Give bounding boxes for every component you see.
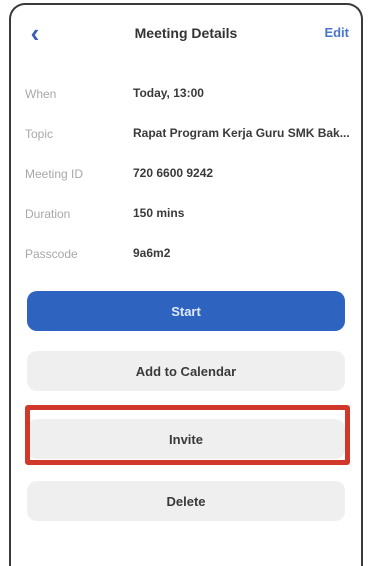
detail-row-passcode: Passcode 9a6m2 — [11, 235, 361, 275]
page-title: Meeting Details — [134, 25, 238, 41]
detail-value: Rapat Program Kerja Guru SMK Bak... — [133, 126, 350, 140]
phone-frame: ‹ Meeting Details Edit When Today, 13:00… — [9, 3, 363, 566]
detail-row-duration: Duration 150 mins — [11, 195, 361, 235]
detail-row-topic: Topic Rapat Program Kerja Guru SMK Bak..… — [11, 115, 361, 155]
detail-label: When — [25, 87, 57, 101]
detail-value: Today, 13:00 — [133, 86, 204, 100]
detail-label: Duration — [25, 207, 71, 221]
add-to-calendar-button[interactable]: Add to Calendar — [27, 351, 345, 391]
detail-row-meeting-id: Meeting ID 720 6600 9242 — [11, 155, 361, 195]
detail-label: Topic — [25, 127, 54, 141]
delete-button[interactable]: Delete — [27, 481, 345, 521]
meeting-details-list: When Today, 13:00 Topic Rapat Program Ke… — [11, 75, 361, 275]
detail-value: 720 6600 9242 — [133, 166, 214, 180]
detail-label: Meeting ID — [25, 167, 84, 181]
invite-button[interactable]: Invite — [27, 419, 345, 459]
detail-value: 9a6m2 — [133, 246, 171, 260]
edit-button[interactable]: Edit — [324, 25, 349, 40]
detail-value: 150 mins — [133, 206, 185, 220]
detail-row-when: When Today, 13:00 — [11, 75, 361, 115]
detail-label: Passcode — [25, 247, 78, 261]
start-button[interactable]: Start — [27, 291, 345, 331]
nav-header: ‹ Meeting Details Edit — [11, 5, 361, 61]
